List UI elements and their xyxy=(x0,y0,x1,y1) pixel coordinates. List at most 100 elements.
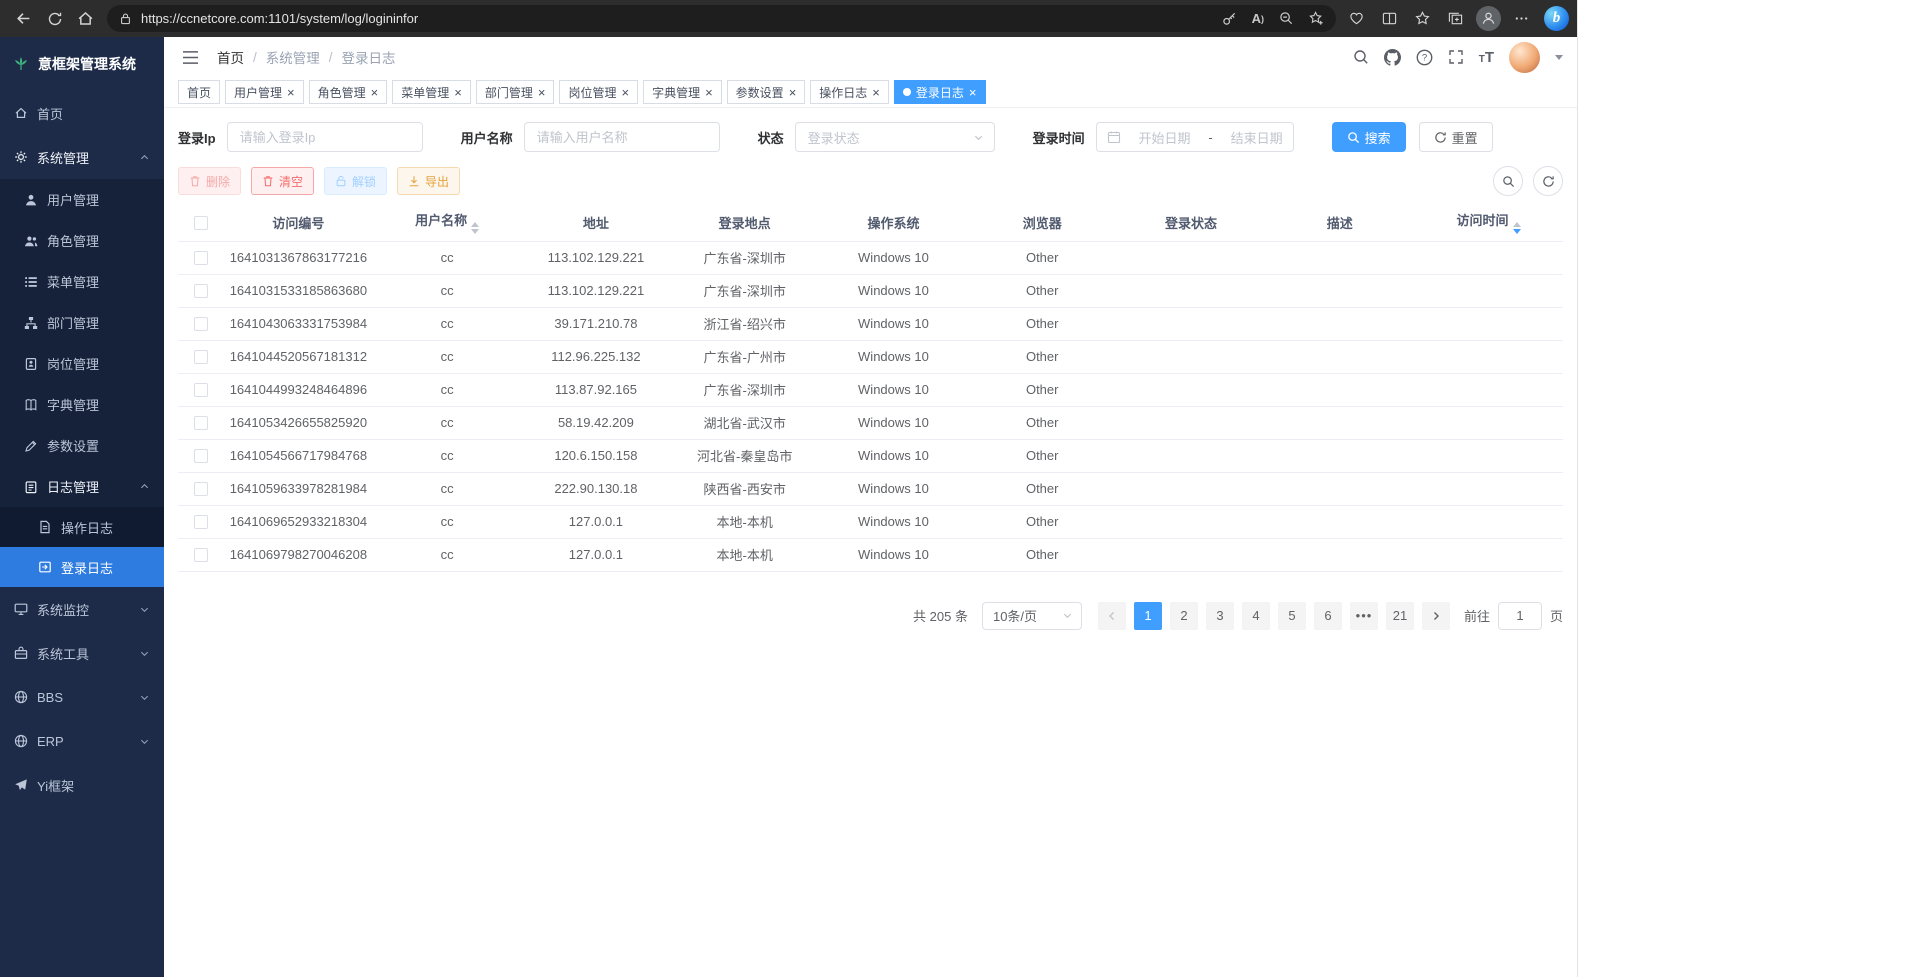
tab-close-icon[interactable]: × xyxy=(538,86,546,99)
tab-close-icon[interactable]: × xyxy=(705,86,713,99)
sort-icons[interactable] xyxy=(471,222,479,234)
login-ip-input[interactable] xyxy=(227,122,423,152)
table-row[interactable]: 1641043063331753984cc39.171.210.78浙江省-绍兴… xyxy=(178,307,1563,340)
collections-icon[interactable] xyxy=(1441,4,1470,33)
table-row[interactable]: 1641069798270046208cc127.0.0.1本地-本机Windo… xyxy=(178,538,1563,571)
browser-refresh-button[interactable] xyxy=(39,4,70,33)
page-button-2[interactable]: 2 xyxy=(1170,602,1198,630)
tab-close-icon[interactable]: × xyxy=(454,86,462,99)
tab-close-icon[interactable]: × xyxy=(287,86,295,99)
next-page-button[interactable] xyxy=(1422,602,1450,630)
table-row[interactable]: 1641054566717984768cc120.6.150.158河北省-秦皇… xyxy=(178,439,1563,472)
row-checkbox[interactable] xyxy=(194,548,208,562)
select-all-checkbox[interactable] xyxy=(194,216,208,230)
sidebar-item-user-mgmt[interactable]: 用户管理 xyxy=(0,179,164,220)
tab-close-icon[interactable]: × xyxy=(371,86,379,99)
row-checkbox[interactable] xyxy=(194,449,208,463)
sidebar-item-bbs[interactable]: BBS xyxy=(0,675,164,719)
read-aloud-icon[interactable]: A) xyxy=(1252,11,1264,26)
table-row[interactable]: 1641031533185863680cc113.102.129.221广东省-… xyxy=(178,274,1563,307)
add-favorite-star-icon[interactable] xyxy=(1309,11,1324,26)
table-row[interactable]: 1641044520567181312cc112.96.225.132广东省-广… xyxy=(178,340,1563,373)
sidebar-item-login-log[interactable]: 登录日志 xyxy=(0,547,164,587)
page-button-4[interactable]: 4 xyxy=(1242,602,1270,630)
tab-8[interactable]: 参数设置× xyxy=(727,80,806,104)
bing-sidebar-button[interactable]: b xyxy=(1544,6,1569,31)
sidebar-item-role-mgmt[interactable]: 角色管理 xyxy=(0,220,164,261)
column-header-username[interactable]: 用户名称 xyxy=(373,204,522,241)
row-checkbox[interactable] xyxy=(194,416,208,430)
clear-button[interactable]: 清空 xyxy=(251,167,314,195)
favorites-icon[interactable] xyxy=(1408,4,1437,33)
tab-close-icon[interactable]: × xyxy=(969,86,977,99)
sidebar-item-menu-mgmt[interactable]: 菜单管理 xyxy=(0,261,164,302)
table-row[interactable]: 1641069652933218304cc127.0.0.1本地-本机Windo… xyxy=(178,505,1563,538)
tab-2[interactable]: 用户管理× xyxy=(225,80,304,104)
prev-page-button[interactable] xyxy=(1098,602,1126,630)
browser-back-button[interactable] xyxy=(8,4,39,33)
status-select[interactable]: 登录状态 xyxy=(795,122,995,152)
password-key-icon[interactable] xyxy=(1222,11,1237,26)
split-screen-icon[interactable] xyxy=(1375,4,1404,33)
tab-9[interactable]: 操作日志× xyxy=(810,80,889,104)
page-size-select[interactable]: 10条/页 xyxy=(982,602,1082,630)
row-checkbox[interactable] xyxy=(194,251,208,265)
browser-essentials-icon[interactable] xyxy=(1342,4,1371,33)
username-input[interactable] xyxy=(524,122,720,152)
tab-3[interactable]: 角色管理× xyxy=(309,80,388,104)
table-search-toggle-button[interactable] xyxy=(1493,166,1523,196)
page-ellipsis-button[interactable]: ••• xyxy=(1350,602,1378,630)
fullscreen-icon[interactable] xyxy=(1448,49,1464,65)
sidebar-item-home[interactable]: 首页 xyxy=(0,91,164,135)
reset-button[interactable]: 重置 xyxy=(1419,122,1493,152)
export-button[interactable]: 导出 xyxy=(397,167,460,195)
tab-4[interactable]: 菜单管理× xyxy=(392,80,471,104)
sidebar-item-system-tools[interactable]: 系统工具 xyxy=(0,631,164,675)
page-button-5[interactable]: 5 xyxy=(1278,602,1306,630)
sidebar-toggle-button[interactable] xyxy=(178,46,203,69)
sidebar-item-system-monitor[interactable]: 系统监控 xyxy=(0,587,164,631)
sidebar-item-log-mgmt[interactable]: 日志管理 xyxy=(0,466,164,507)
row-checkbox[interactable] xyxy=(194,350,208,364)
search-button[interactable]: 搜索 xyxy=(1332,122,1406,152)
sidebar-item-dict-mgmt[interactable]: 字典管理 xyxy=(0,384,164,425)
github-icon[interactable] xyxy=(1384,49,1401,66)
help-icon[interactable]: ? xyxy=(1416,49,1433,66)
page-button-6[interactable]: 6 xyxy=(1314,602,1342,630)
row-checkbox[interactable] xyxy=(194,482,208,496)
login-time-range-picker[interactable]: 开始日期 - 结束日期 xyxy=(1096,122,1294,152)
browser-home-button[interactable] xyxy=(70,4,101,33)
table-row[interactable]: 1641059633978281984cc222.90.130.18陕西省-西安… xyxy=(178,472,1563,505)
sidebar-item-post-mgmt[interactable]: 岗位管理 xyxy=(0,343,164,384)
breadcrumb-home[interactable]: 首页 xyxy=(217,47,244,67)
breadcrumb-system[interactable]: 系统管理 xyxy=(266,47,320,67)
row-checkbox[interactable] xyxy=(194,317,208,331)
browser-settings-menu-icon[interactable] xyxy=(1507,4,1536,33)
tab-1[interactable]: 首页 xyxy=(178,80,220,104)
table-row[interactable]: 1641053426655825920cc58.19.42.209湖北省-武汉市… xyxy=(178,406,1563,439)
sidebar-item-operation-log[interactable]: 操作日志 xyxy=(0,507,164,547)
tab-5[interactable]: 部门管理× xyxy=(476,80,555,104)
sidebar-item-system-mgmt[interactable]: 系统管理 xyxy=(0,135,164,179)
unlock-button[interactable]: 解锁 xyxy=(324,167,387,195)
tab-close-icon[interactable]: × xyxy=(621,86,629,99)
page-button-1[interactable]: 1 xyxy=(1134,602,1162,630)
navbar-search-icon[interactable] xyxy=(1353,49,1369,65)
font-size-icon[interactable]: TT xyxy=(1479,50,1494,65)
tab-close-icon[interactable]: × xyxy=(789,86,797,99)
tab-6[interactable]: 岗位管理× xyxy=(559,80,638,104)
tab-10[interactable]: 登录日志× xyxy=(894,80,986,104)
app-logo[interactable]: 意框架管理系统 xyxy=(0,37,164,91)
column-header-visit-time[interactable]: 访问时间 xyxy=(1414,204,1563,241)
row-checkbox[interactable] xyxy=(194,284,208,298)
address-bar[interactable]: https://ccnetcore.com:1101/system/log/lo… xyxy=(107,5,1336,32)
sidebar-item-param-settings[interactable]: 参数设置 xyxy=(0,425,164,466)
page-button-3[interactable]: 3 xyxy=(1206,602,1234,630)
goto-page-input[interactable] xyxy=(1498,602,1542,630)
sidebar-item-dept-mgmt[interactable]: 部门管理 xyxy=(0,302,164,343)
table-row[interactable]: 1641044993248464896cc113.87.92.165广东省-深圳… xyxy=(178,373,1563,406)
table-refresh-button[interactable] xyxy=(1533,166,1563,196)
browser-profile-avatar[interactable] xyxy=(1474,4,1503,33)
zoom-out-icon[interactable] xyxy=(1279,11,1294,26)
sidebar-item-erp[interactable]: ERP xyxy=(0,719,164,763)
